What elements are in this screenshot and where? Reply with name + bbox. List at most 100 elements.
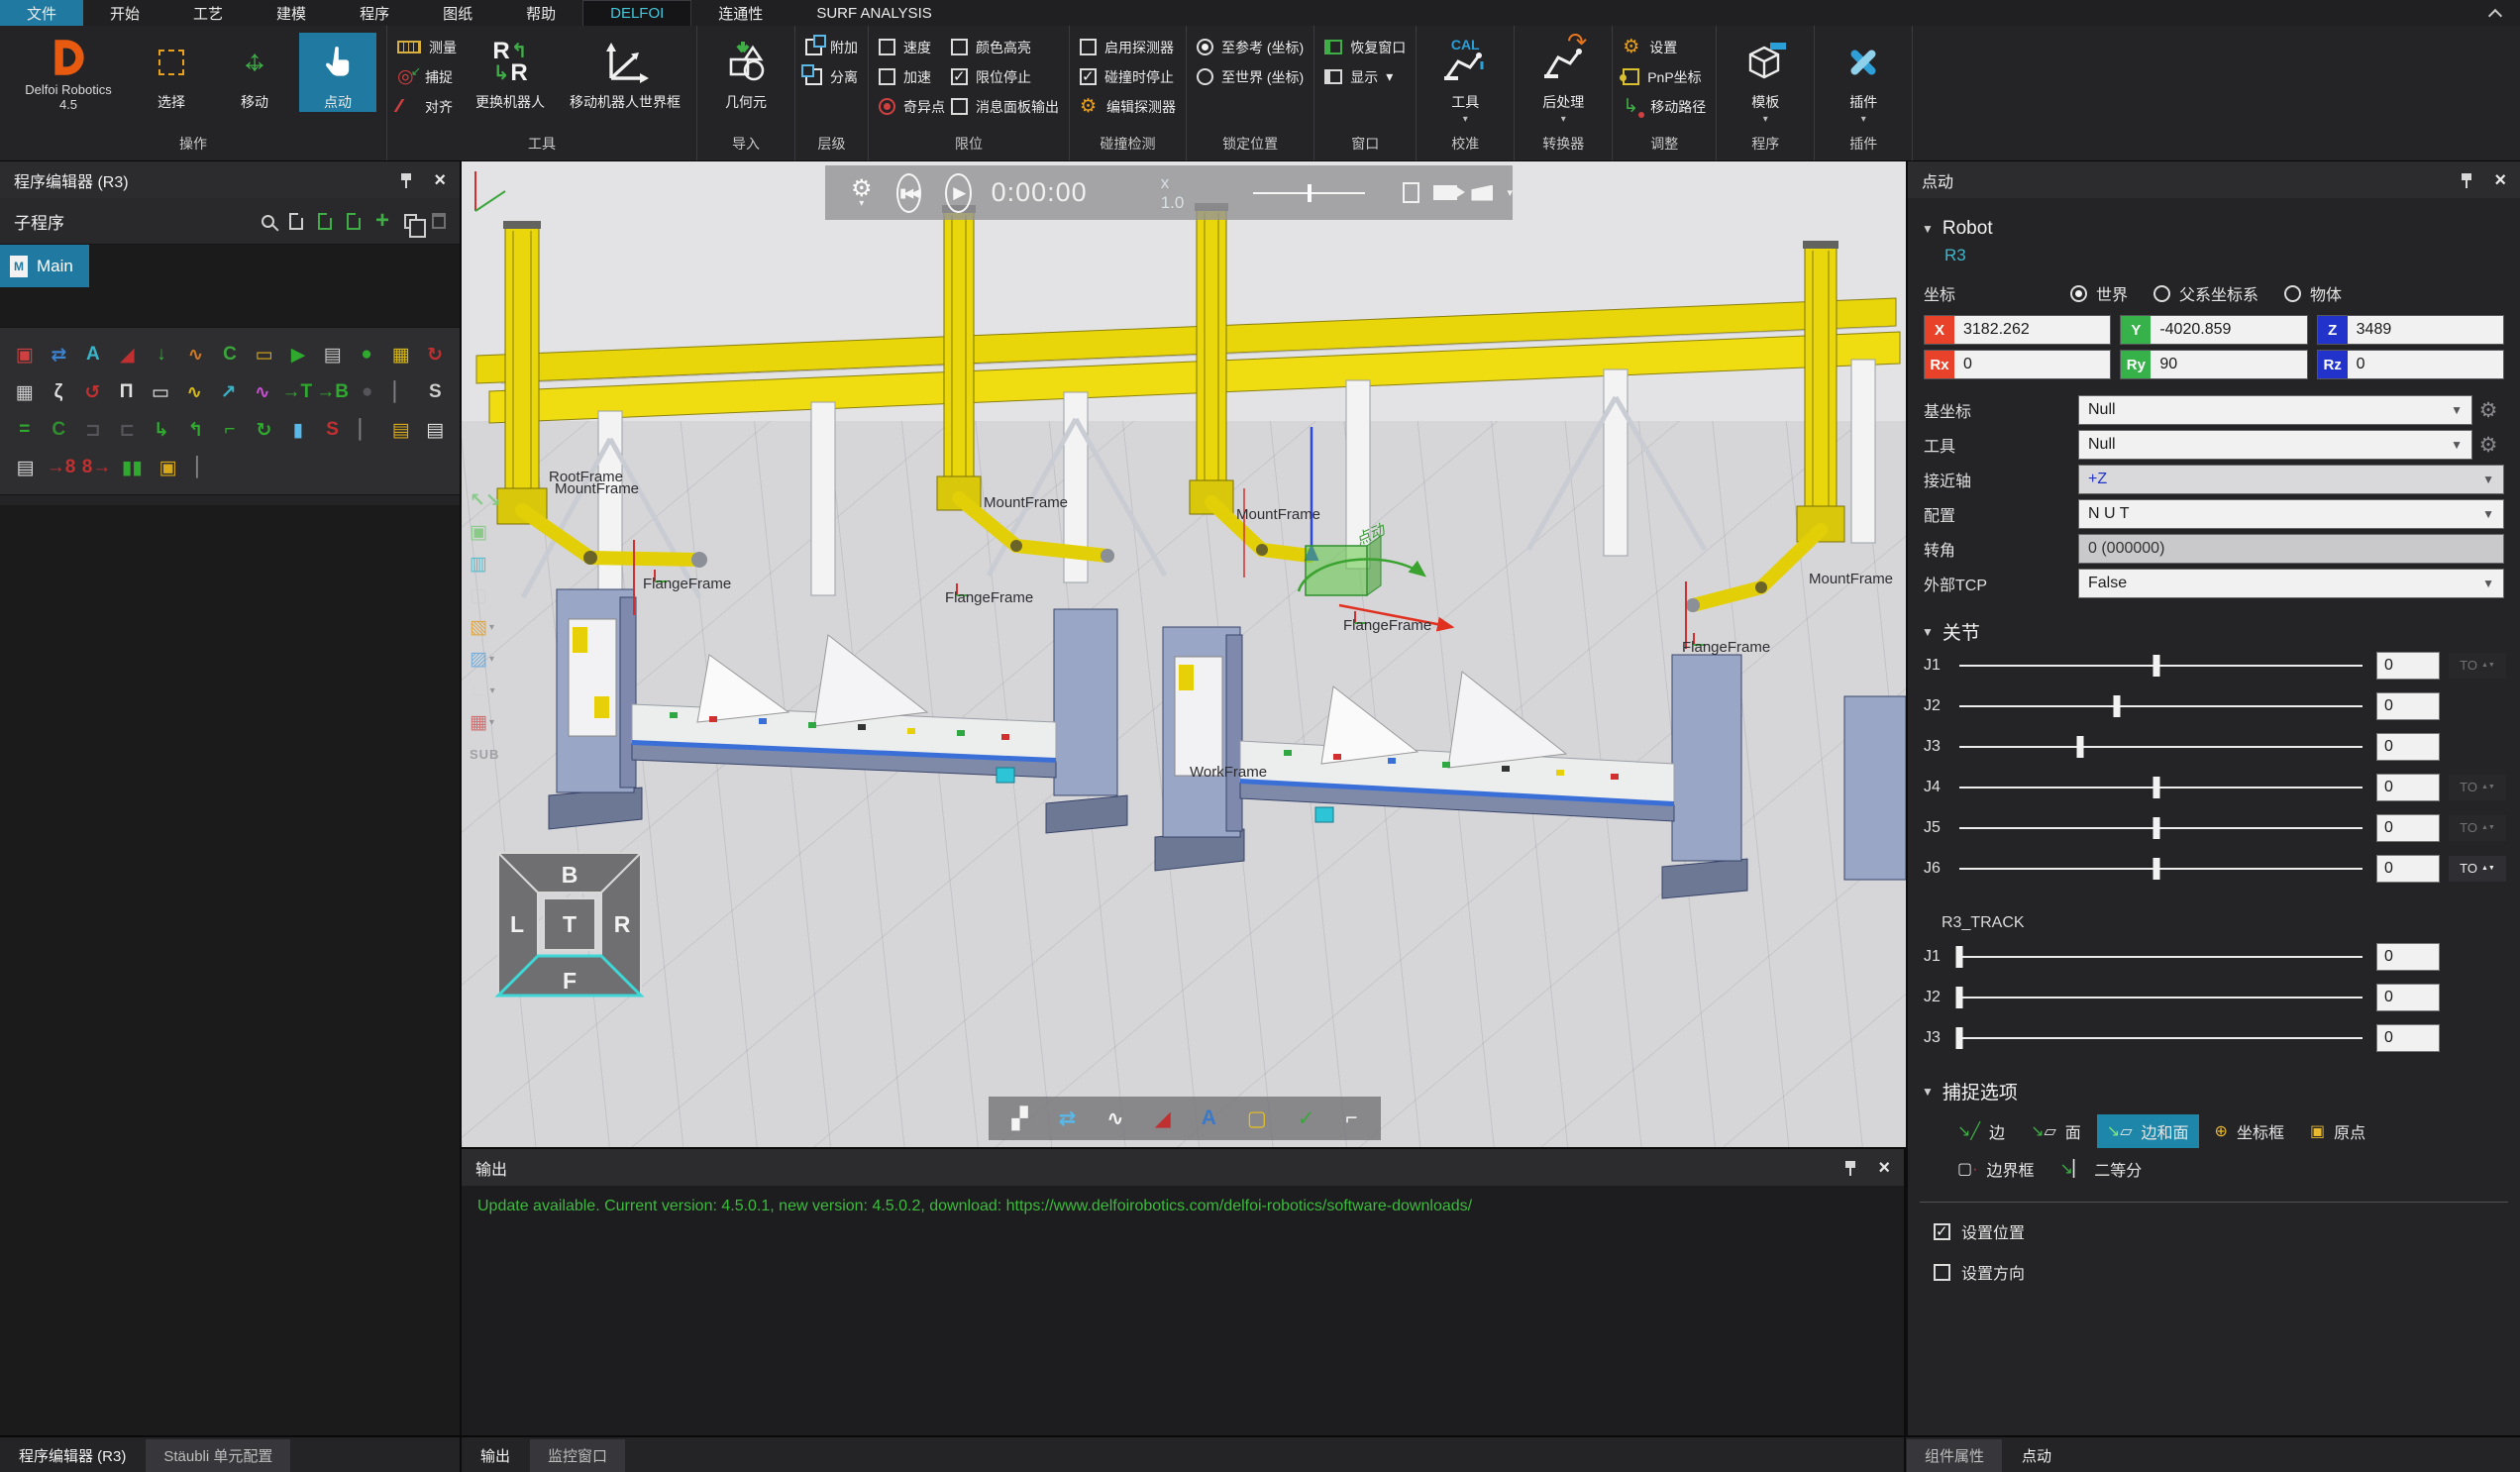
wait-icon[interactable]: ▮ (283, 415, 313, 445)
tab-staubli-cell-config[interactable]: Stäubli 单元配置 (146, 1439, 290, 1472)
copy-icon[interactable] (404, 214, 417, 229)
slider-handle[interactable] (2153, 655, 2160, 677)
io-out-icon[interactable]: 8→ (81, 453, 112, 482)
add-subprogram-icon[interactable]: + (375, 212, 389, 230)
grid-icon[interactable]: ▦ (10, 377, 39, 407)
snap-bisect-button[interactable]: ↘▏二等分 (2049, 1152, 2152, 1186)
stop-on-collision-checkbox[interactable]: 碰撞时停止 (1080, 64, 1176, 89)
slider-handle[interactable] (1956, 987, 1963, 1008)
chevron-down-icon[interactable]: ▾ (1507, 186, 1513, 199)
pin-icon[interactable] (2461, 172, 2472, 188)
snap-button[interactable]: ◎↙捕捉 (397, 64, 457, 89)
snap-edge-button[interactable]: ↘╱边 (1947, 1114, 2015, 1148)
select-button[interactable]: 选择 (133, 33, 210, 112)
geometry-button[interactable]: 几何元 (707, 33, 785, 112)
set-orientation-checkbox[interactable]: 设置方向 (1934, 1260, 2520, 1284)
menu-help[interactable]: 帮助 (499, 0, 582, 26)
x-field[interactable]: X3182.262 (1924, 315, 2111, 345)
to-target-icon[interactable]: →T (282, 377, 313, 407)
joint-slider[interactable] (1959, 816, 2362, 840)
snap-origin-button[interactable]: ▣原点 (2300, 1114, 2375, 1148)
swap-robot-button[interactable]: R↰↳R 更换机器人 (463, 33, 558, 112)
plugin-button[interactable]: 插件 ▾ (1825, 33, 1902, 124)
render-mode-icon[interactable]: ▧ (470, 616, 487, 639)
base-frame-dropdown[interactable]: Null▼ (2078, 395, 2472, 425)
controller-icon[interactable]: ▤ (318, 340, 348, 369)
gear-icon[interactable]: ⚙ (2472, 398, 2504, 423)
track-slider[interactable] (1959, 986, 2362, 1009)
menu-file[interactable]: 文件 (0, 0, 83, 26)
robot-arm-icon[interactable]: ⌐ (1345, 1106, 1357, 1130)
ptp-move-icon[interactable]: ∿ (248, 377, 276, 407)
disc-icon[interactable]: ● (353, 377, 381, 407)
set-position-checkbox[interactable]: 设置位置 (1934, 1219, 2520, 1243)
document-icon[interactable]: ▤ (420, 415, 450, 445)
rotate-cycle-icon[interactable]: ↻ (420, 340, 450, 369)
track-value-input[interactable]: 0 (2376, 1024, 2440, 1052)
fit-view-icon[interactable]: ↖↘ (470, 489, 501, 512)
align-button[interactable]: ⁄⁄对齐 (397, 94, 457, 119)
slider-handle[interactable] (1956, 1027, 1963, 1049)
import-point-icon[interactable]: ↓ (147, 340, 176, 369)
robot-section-header[interactable]: ▼ Robot (1922, 218, 2506, 240)
joint-slider[interactable] (1959, 776, 2362, 799)
conveyor-icon[interactable]: ▦ (386, 340, 416, 369)
joint-value-input[interactable]: 0 (2376, 855, 2440, 883)
swap-view-icon[interactable]: ⇄ (1059, 1106, 1077, 1131)
joint-value-input[interactable]: 0 (2376, 774, 2440, 801)
slider-handle[interactable] (2153, 858, 2160, 880)
close-icon[interactable]: × (434, 171, 446, 189)
program-statement-area[interactable] (0, 505, 460, 1435)
return-icon[interactable]: ⊏ (113, 415, 143, 445)
spiral-icon[interactable]: ↺ (78, 377, 107, 407)
slider-handle[interactable] (2113, 695, 2120, 717)
path-yellow-icon[interactable]: ∿ (180, 377, 209, 407)
divider2-icon[interactable]: ▏ (352, 415, 381, 445)
coord-world-radio[interactable]: 世界 (2070, 281, 2128, 305)
measure-button[interactable]: 测量 (397, 35, 457, 59)
message-panel-output-checkbox[interactable]: 消息面板输出 (951, 94, 1059, 119)
menu-connectivity[interactable]: 连通性 (691, 0, 789, 26)
plane-snap-icon[interactable]: ▨ (470, 648, 487, 671)
frame-select-icon[interactable]: ▭ (250, 340, 279, 369)
collapse-ribbon-icon[interactable] (2488, 6, 2502, 20)
to-world-radio[interactable]: 至世界 (坐标) (1197, 64, 1304, 89)
settings-button[interactable]: ⚙设置 (1623, 35, 1706, 59)
z-field[interactable]: Z3489 (2317, 315, 2504, 345)
branch-up-icon[interactable]: ↰ (181, 415, 211, 445)
speed-slider-handle[interactable] (1308, 184, 1312, 202)
circular-move-icon[interactable]: C (215, 340, 245, 369)
stats-icon[interactable]: ▮▮ (117, 453, 148, 482)
checklist-icon[interactable] (289, 213, 303, 230)
frame-tool-icon[interactable]: ▢ (1247, 1106, 1267, 1131)
track-value-input[interactable]: 0 (2376, 984, 2440, 1011)
coord-object-radio[interactable]: 物体 (2284, 281, 2342, 305)
pin-icon[interactable] (1844, 1160, 1856, 1176)
divider3-icon[interactable]: ▏ (188, 453, 219, 482)
track-slider[interactable] (1959, 1026, 2362, 1050)
joint-to-button[interactable]: TO▲▼ (2449, 815, 2506, 841)
coord-parent-radio[interactable]: 父系坐标系 (2153, 281, 2258, 305)
pulse-icon[interactable]: Π (112, 377, 141, 407)
robot-jog-icon[interactable]: ▣ (10, 340, 40, 369)
text-tool-icon[interactable]: A (1202, 1106, 1216, 1130)
joint-value-input[interactable]: 0 (2376, 692, 2440, 720)
jump-icon[interactable]: ⊐ (78, 415, 108, 445)
snap-options-header[interactable]: ▼ 捕捉选项 (1922, 1078, 2506, 1104)
menu-program[interactable]: 程序 (333, 0, 416, 26)
joint-to-button[interactable]: TO▲▼ (2449, 856, 2506, 882)
io-in-icon[interactable]: →8 (46, 453, 76, 482)
print-icon[interactable]: ▤ (10, 453, 41, 482)
snap-edge-and-face-button[interactable]: ↘▱边和面 (2097, 1114, 2199, 1148)
menu-surf-analysis[interactable]: SURF ANALYSIS (789, 0, 958, 26)
fit-selected-icon[interactable]: ▣ (470, 521, 487, 544)
enable-detector-checkbox[interactable]: 启用探测器 (1080, 35, 1176, 59)
divider-icon[interactable]: ▏ (386, 377, 415, 407)
detach-button[interactable]: 分离 (805, 64, 858, 89)
subprogram-icon[interactable]: S (421, 377, 450, 407)
clipboard-icon[interactable]: ▤ (386, 415, 416, 445)
snap-face-button[interactable]: ↘▱面 (2021, 1114, 2091, 1148)
origin-cube-icon[interactable]: ▦ (470, 711, 487, 734)
loop-icon[interactable]: C (45, 415, 74, 445)
joint-slider[interactable] (1959, 694, 2362, 718)
